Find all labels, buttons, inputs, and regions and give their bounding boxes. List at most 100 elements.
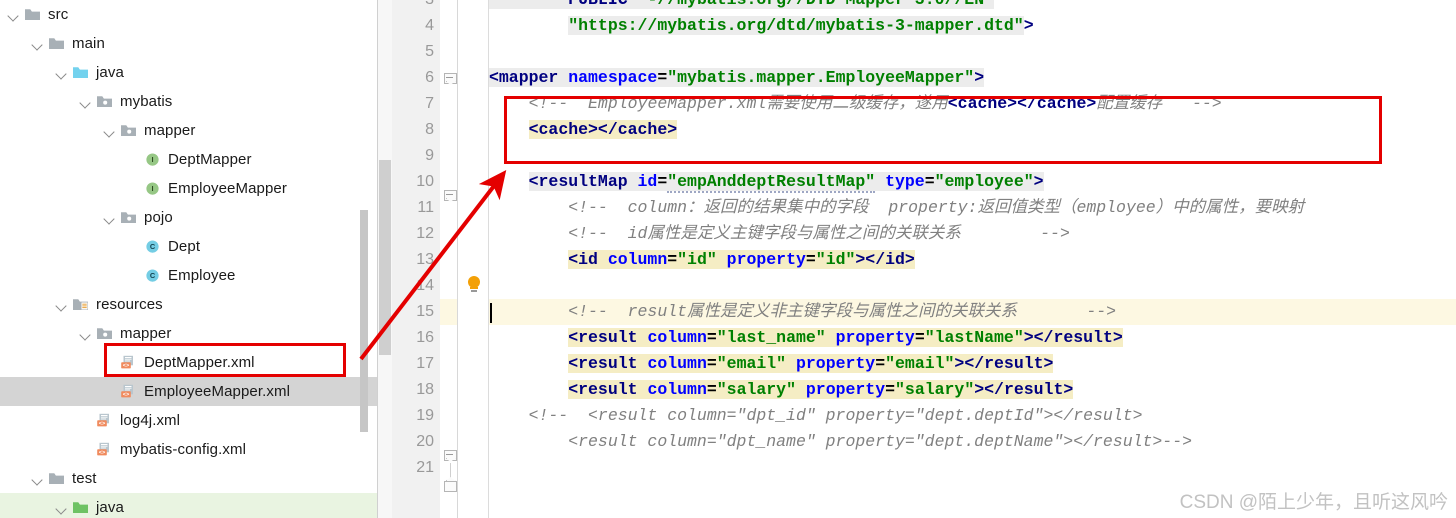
tree-item-label: mapper <box>144 122 196 139</box>
chevron-down-icon[interactable] <box>104 124 117 137</box>
chevron-down-icon[interactable] <box>104 211 117 224</box>
tree-item-label: EmployeeMapper <box>168 180 287 197</box>
svg-text:C: C <box>150 242 156 251</box>
chevron-down-icon[interactable] <box>80 95 93 108</box>
chevron-down-icon[interactable] <box>56 298 69 311</box>
tree-item-dept[interactable]: C Dept <box>0 232 378 261</box>
editor-icon-gutter[interactable] <box>458 0 488 518</box>
line-number-13: 13 <box>416 251 434 268</box>
code-line-12: <!-- id属性是定义主键字段与属性之间的关联关系 --> <box>489 224 1070 243</box>
chevron-down-icon[interactable] <box>32 37 45 50</box>
fold-marker-comment-start[interactable] <box>444 450 457 463</box>
tree-item-test[interactable]: test <box>0 464 378 493</box>
folder-gray-icon <box>48 36 65 51</box>
tree-item-main[interactable]: main <box>0 29 378 58</box>
tree-item-mybatis-config-xml[interactable]: <> mybatis-config.xml <box>0 435 378 464</box>
tree-item-pojo[interactable]: pojo <box>0 203 378 232</box>
code-line-13: <id column="id" property="id"></id> <box>568 250 915 269</box>
tree-item-label: resources <box>96 296 163 313</box>
line-number-5: 5 <box>425 43 434 60</box>
ide-window: src main java mybatis mapper I DeptMapper I Empl… <box>0 0 1456 518</box>
editor-gutter[interactable]: 3 4 5 6 7 8 9 10 11 12 13 14 15 16 17 18 19 20 21 <box>392 0 440 518</box>
code-folding-column[interactable] <box>440 0 458 518</box>
tree-item-label: mapper <box>120 325 172 342</box>
xml-file-icon-icon: <> <box>96 442 113 457</box>
svg-text:<>: <> <box>99 421 106 427</box>
tree-item-deptmapper[interactable]: I DeptMapper <box>0 145 378 174</box>
tree-item-label: mybatis-config.xml <box>120 441 246 458</box>
tree-item-employee[interactable]: C Employee <box>0 261 378 290</box>
interface-icon-icon: I <box>144 152 161 167</box>
folder-package-icon <box>96 326 113 341</box>
line-number-6: 6 <box>425 69 434 86</box>
folder-gray-icon <box>24 7 41 22</box>
code-line-15: <!-- result属性是定义非主键字段与属性之间的关联关系 --> <box>489 302 1117 321</box>
xml-file-icon-icon: <> <box>120 355 137 370</box>
code-line-11: <!-- column：返回的结果集中的字段 property:返回值类型（em… <box>489 198 1305 217</box>
svg-text:<>: <> <box>123 363 130 369</box>
class-icon-icon: C <box>144 239 161 254</box>
tree-item-mybatis[interactable]: mybatis <box>0 87 378 116</box>
xml-file-icon-icon: <> <box>120 384 137 399</box>
tree-item-mapper[interactable]: mapper <box>0 319 378 348</box>
code-line-10: <resultMap id="empAnddeptResultMap" type… <box>528 172 1044 193</box>
svg-text:I: I <box>151 184 153 193</box>
tree-item-deptmapper-xml[interactable]: <> DeptMapper.xml <box>0 348 378 377</box>
line-number-16: 16 <box>416 329 434 346</box>
editor-scrollbar-track[interactable] <box>378 0 392 518</box>
line-number-9: 9 <box>425 147 434 164</box>
tree-item-employeemapper[interactable]: I EmployeeMapper <box>0 174 378 203</box>
code-line-8: <cache></cache> <box>528 120 678 139</box>
folder-resources-icon <box>72 297 89 312</box>
xml-file-icon-icon: <> <box>96 413 113 428</box>
line-number-11: 11 <box>417 199 434 216</box>
tree-item-java[interactable]: java <box>0 58 378 87</box>
svg-text:<>: <> <box>123 392 130 398</box>
line-number-12: 12 <box>416 225 434 242</box>
tree-item-resources[interactable]: resources <box>0 290 378 319</box>
line-number-10: 10 <box>416 173 434 190</box>
fold-marker-mapper[interactable] <box>444 73 457 86</box>
folder-green-icon <box>72 500 89 515</box>
code-line-7: <!-- EmployeeMapper.xml需要使用二级缓存，遂用<cache… <box>489 94 1222 113</box>
tree-item-mapper[interactable]: mapper <box>0 116 378 145</box>
line-number-17: 17 <box>416 355 434 372</box>
code-text-area[interactable]: PUBLIC "-//mybatis.org//DTD Mapper 3.0//… <box>489 0 1456 518</box>
class-icon-icon: C <box>144 268 161 283</box>
folder-package-icon <box>96 94 113 109</box>
svg-text:<>: <> <box>99 450 106 456</box>
editor-scrollbar-thumb[interactable] <box>379 160 391 355</box>
code-line-19: <!-- <result column="dpt_id" property="d… <box>489 406 1143 425</box>
code-editor[interactable]: 3 4 5 6 7 8 9 10 11 12 13 14 15 16 17 18 19 20 21 <box>378 0 1456 518</box>
tree-item-employeemapper-xml[interactable]: <> EmployeeMapper.xml <box>0 377 378 406</box>
code-line-20: <result column="dpt_name" property="dept… <box>489 432 1193 451</box>
line-number-19: 19 <box>416 407 434 424</box>
tree-item-label: src <box>48 6 69 23</box>
chevron-down-icon[interactable] <box>32 472 45 485</box>
tree-item-label: test <box>72 470 97 487</box>
line-number-21: 21 <box>416 459 434 476</box>
intention-bulb-icon[interactable] <box>466 276 482 294</box>
line-number-8: 8 <box>425 121 434 138</box>
fold-marker-resultmap[interactable] <box>444 190 457 203</box>
chevron-down-icon[interactable] <box>56 501 69 514</box>
tree-item-java[interactable]: java <box>0 493 378 518</box>
chevron-down-icon[interactable] <box>56 66 69 79</box>
chevron-down-icon[interactable] <box>8 8 21 21</box>
fold-marker-comment-end[interactable] <box>444 477 457 494</box>
svg-text:I: I <box>151 155 153 164</box>
project-tree-scrollbar[interactable] <box>360 210 368 432</box>
tree-item-src[interactable]: src <box>0 0 378 29</box>
folder-gray-icon <box>48 471 65 486</box>
chevron-down-icon[interactable] <box>80 327 93 340</box>
code-line-4: "https://mybatis.org/dtd/mybatis-3-mappe… <box>568 16 1034 35</box>
tree-item-label: pojo <box>144 209 173 226</box>
tree-item-label: log4j.xml <box>120 412 181 429</box>
folder-blue-icon <box>72 65 89 80</box>
project-tree-panel[interactable]: src main java mybatis mapper I DeptMapper I Empl… <box>0 0 378 518</box>
tree-item-log4j-xml[interactable]: <> log4j.xml <box>0 406 378 435</box>
